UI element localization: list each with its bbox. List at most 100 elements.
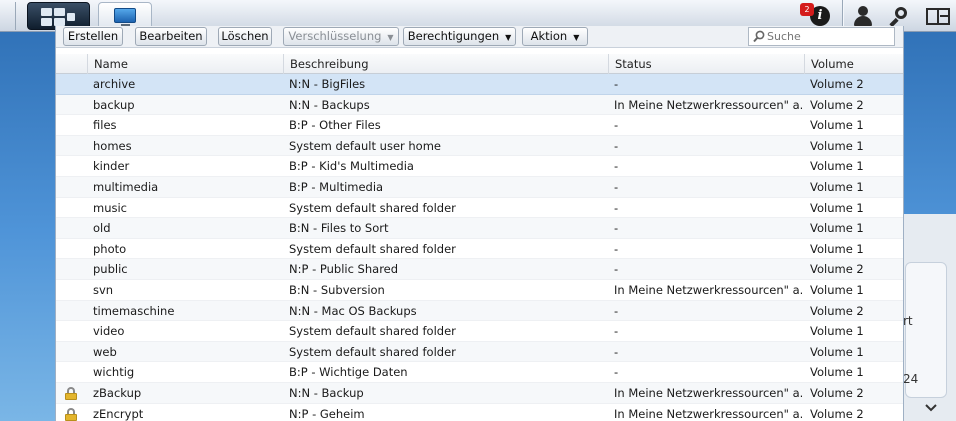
table-row[interactable]: archive N:N - BigFiles - Volume 2 — [56, 74, 903, 95]
cell-volume: Volume 1 — [810, 324, 864, 339]
table-row[interactable]: svn B:N - Subversion In Meine Netzwerkress… — [56, 280, 903, 301]
cell-status: In Meine Netzwerkressourcen" a... — [614, 406, 802, 421]
table-row[interactable]: zBackup N:N - Backup In Meine Netzwerkress… — [56, 383, 903, 404]
cell-status: - — [614, 262, 619, 277]
table-row[interactable]: wichtig B:P - Wichtige Daten - Volume 1 — [56, 362, 903, 383]
table-row[interactable]: photo System default shared folder - Volume… — [56, 239, 903, 260]
cell-volume: Volume 1 — [810, 180, 864, 194]
cell-description: N:N - Backup — [289, 386, 364, 400]
search-icon — [753, 30, 765, 43]
search-input[interactable] — [767, 29, 891, 44]
action-dropdown[interactable]: Aktion ▼ — [522, 27, 588, 46]
table-header: Name Beschreibung Status Volume — [56, 54, 903, 74]
cell-volume: Volume 1 — [810, 283, 864, 297]
cell-status: - — [614, 344, 619, 359]
cell-volume: Volume 1 — [810, 221, 864, 236]
column-header-description[interactable]: Beschreibung — [283, 54, 608, 74]
table-row[interactable]: public N:P - Public Shared - Volume 2 — [56, 259, 903, 280]
cell-volume: Volume 1 — [810, 365, 864, 380]
delete-button[interactable]: Löschen — [218, 27, 272, 46]
cell-name: zEncrypt — [93, 406, 144, 421]
cell-name: public — [93, 262, 128, 277]
shared-folder-window: Erstellen Bearbeiten Löschen Verschlüsse… — [55, 26, 904, 421]
cell-status: - — [614, 138, 619, 153]
notification-badge[interactable]: 2 — [800, 3, 814, 16]
toolbar: Erstellen Bearbeiten Löschen Verschlüsse… — [56, 26, 903, 48]
cell-description: System default shared folder — [289, 324, 456, 339]
dropdown-arrow-icon: ▼ — [573, 33, 580, 42]
background-widget-text: rt — [903, 314, 913, 328]
table-row[interactable]: timemaschine N:N - Mac OS Backups - Volume … — [56, 300, 903, 322]
cell-description: B:N - Files to Sort — [289, 221, 389, 236]
dropdown-arrow-icon: ▼ — [505, 33, 512, 42]
table-row[interactable]: old B:N - Files to Sort - Volume 1 — [56, 218, 903, 239]
table-row[interactable]: backup N:N - Backups In Meine Netzwerkress… — [56, 94, 903, 116]
cell-volume: Volume 2 — [810, 386, 864, 400]
cell-volume: Volume 1 — [810, 241, 864, 256]
cell-volume: Volume 1 — [810, 200, 864, 215]
create-button[interactable]: Erstellen — [63, 27, 123, 46]
table-row[interactable]: video System default shared folder - Volume… — [56, 321, 903, 342]
cell-volume: Volume 1 — [810, 118, 864, 133]
chevron-down-icon[interactable] — [925, 402, 937, 414]
encryption-label: Verschlüsselung — [288, 29, 382, 43]
cell-status: In Meine Netzwerkressourcen" a... — [614, 386, 802, 400]
cell-volume: Volume 1 — [810, 344, 864, 359]
table-row[interactable]: music System default shared folder - Volume… — [56, 198, 903, 219]
action-label: Aktion — [530, 29, 568, 43]
cell-description: N:N - Mac OS Backups — [289, 303, 417, 318]
search-icon[interactable] — [889, 6, 912, 28]
table-row[interactable]: web System default shared folder - Volume 1 — [56, 341, 903, 363]
column-header-status[interactable]: Status — [608, 54, 804, 74]
background-widget-text: 24 — [903, 372, 919, 386]
cell-status: - — [614, 303, 619, 318]
cell-description: N:N - Backups — [289, 97, 370, 112]
cell-volume: Volume 2 — [810, 77, 864, 91]
widgets-icon[interactable] — [926, 8, 950, 25]
search-box[interactable] — [748, 27, 895, 46]
edit-button[interactable]: Bearbeiten — [135, 27, 207, 46]
table-row[interactable]: homes System default user home - Volume 1 — [56, 135, 903, 157]
cell-description: B:N - Subversion — [289, 283, 385, 297]
cell-description: B:P - Other Files — [289, 118, 381, 133]
table-row[interactable]: kinder B:P - Kid's Multimedia - Volume 1 — [56, 156, 903, 177]
cell-name: wichtig — [93, 365, 135, 380]
cell-status: - — [614, 180, 619, 194]
cell-name: backup — [93, 97, 135, 112]
column-header-name[interactable]: Name — [87, 54, 283, 74]
cell-name: multimedia — [93, 180, 159, 194]
cell-volume: Volume 1 — [810, 138, 864, 153]
encryption-dropdown[interactable]: Verschlüsselung ▼ — [283, 27, 399, 46]
cell-name: kinder — [93, 159, 130, 174]
column-header-icon[interactable] — [56, 54, 87, 74]
cell-status: - — [614, 118, 619, 133]
permissions-label: Berechtigungen — [407, 29, 500, 43]
cell-status: - — [614, 241, 619, 256]
lock-icon — [64, 387, 78, 400]
cell-name: homes — [93, 138, 132, 153]
taskbar-edge — [0, 2, 16, 30]
user-icon[interactable] — [853, 5, 873, 27]
lock-icon — [64, 407, 78, 421]
cell-volume: Volume 1 — [810, 159, 864, 174]
cell-description: System default shared folder — [289, 344, 456, 359]
cell-status: - — [614, 77, 619, 91]
permissions-dropdown[interactable]: Berechtigungen ▼ — [403, 27, 516, 46]
cell-volume: Volume 2 — [810, 262, 864, 277]
dropdown-arrow-icon: ▼ — [387, 33, 394, 42]
column-header-volume[interactable]: Volume — [804, 54, 903, 74]
cell-status: - — [614, 200, 619, 215]
table-row[interactable]: files B:P - Other Files - Volume 1 — [56, 115, 903, 136]
cell-description: N:P - Geheim — [289, 406, 365, 421]
cell-description: System default shared folder — [289, 241, 456, 256]
cell-name: archive — [93, 77, 136, 91]
cell-status: - — [614, 324, 619, 339]
cell-name: files — [93, 118, 117, 133]
cell-description: B:P - Kid's Multimedia — [289, 159, 414, 174]
cell-name: old — [93, 221, 111, 236]
table-row[interactable]: zEncrypt N:P - Geheim In Meine Netzwerkres… — [56, 404, 903, 421]
cell-volume: Volume 2 — [810, 406, 864, 421]
cell-name: svn — [93, 283, 114, 297]
table-row[interactable]: multimedia B:P - Multimedia - Volume 1 — [56, 177, 903, 198]
cell-name: video — [93, 324, 125, 339]
